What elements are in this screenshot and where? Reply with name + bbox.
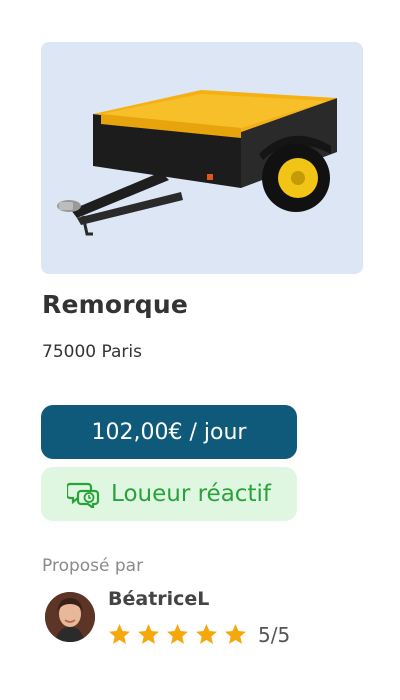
star-icon — [138, 624, 159, 644]
chat-clock-icon — [65, 480, 101, 511]
listing-title: Remorque — [42, 290, 189, 319]
listing-location: 75000 Paris — [42, 342, 142, 362]
owner-avatar[interactable] — [45, 592, 95, 642]
star-icon — [196, 624, 217, 644]
owner-rating: 5/5 — [107, 622, 290, 647]
responsive-renter-badge: Loueur réactif — [41, 467, 297, 521]
trailer-illustration — [57, 90, 337, 236]
proposed-by-label: Proposé par — [42, 556, 144, 576]
rating-text: 5/5 — [258, 622, 291, 647]
price-label: 102,00€ / jour — [91, 419, 247, 445]
star-icon — [167, 624, 188, 644]
badge-label: Loueur réactif — [111, 481, 271, 507]
owner-name[interactable]: BéatriceL — [108, 588, 209, 610]
star-icon — [225, 624, 246, 644]
price-button[interactable]: 102,00€ / jour — [41, 405, 297, 459]
star-icon — [109, 624, 130, 644]
listing-photo[interactable] — [41, 42, 363, 274]
